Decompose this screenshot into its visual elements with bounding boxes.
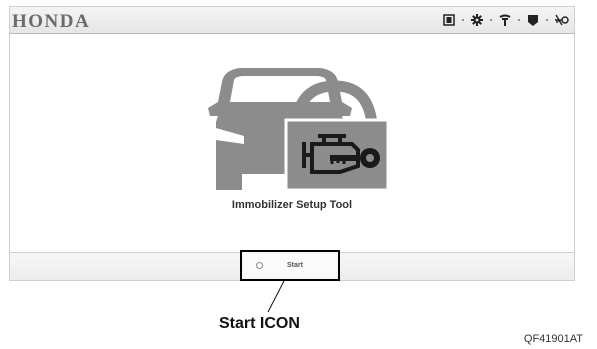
app-screen: HONDA Immobilizer Setup Tool [9,6,575,281]
gear-icon [470,13,484,27]
top-bar: HONDA [10,7,574,34]
callout-label: Start ICON [219,315,300,332]
status-icons [442,13,569,27]
signal-icon [526,13,540,27]
brand-logo: HONDA [12,11,91,32]
antenna-icon [498,13,512,27]
start-icon-highlight: Start [240,250,340,281]
start-button[interactable]: Start [244,254,336,277]
key-disabled-icon [554,13,569,27]
start-label: Start [287,262,303,269]
tool-title: Immobilizer Setup Tool [231,199,353,211]
battery-icon [442,13,456,27]
start-status-icon [256,262,263,269]
figure-id: QF41901AT [523,333,583,345]
vehicle-engine-key-icon [208,68,390,192]
